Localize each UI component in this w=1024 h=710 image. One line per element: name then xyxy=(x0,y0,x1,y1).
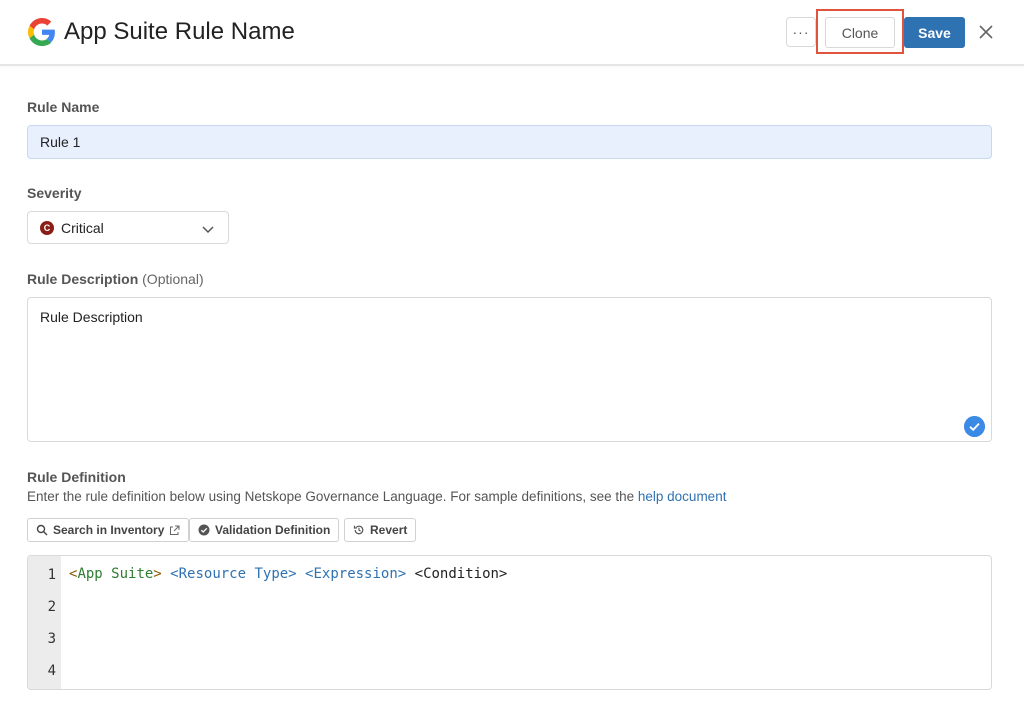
clone-button[interactable]: Clone xyxy=(825,17,895,48)
close-icon[interactable] xyxy=(976,22,996,42)
validation-definition-label: Validation Definition xyxy=(215,523,331,537)
code-line-1: <App Suite> <Resource Type> <Expression>… xyxy=(69,566,507,582)
history-icon xyxy=(353,525,364,535)
rule-definition-editor[interactable]: 1 2 3 4 <App Suite> <Resource Type> <Exp… xyxy=(27,555,992,690)
rule-name-label: Rule Name xyxy=(27,99,100,115)
search-inventory-button[interactable]: Search in Inventory xyxy=(27,518,190,542)
more-options-button[interactable]: ··· xyxy=(786,17,816,47)
page-title: App Suite Rule Name xyxy=(64,18,295,45)
line-number-gutter: 1 2 3 4 xyxy=(28,556,61,689)
token-bracket: > xyxy=(153,566,162,582)
line-number: 1 xyxy=(47,567,56,583)
definition-label: Rule Definition xyxy=(27,469,126,485)
revert-label: Revert xyxy=(370,523,408,537)
definition-hint-text: Enter the rule definition below using Ne… xyxy=(27,489,635,504)
validation-definition-button[interactable]: Validation Definition xyxy=(189,518,340,542)
token-app-suite-name: App Suite xyxy=(77,566,154,582)
header-bar: App Suite Rule Name ··· Clone Save xyxy=(0,0,1024,66)
check-circle-icon xyxy=(198,524,210,536)
help-document-link[interactable]: help document xyxy=(638,489,727,504)
check-circle-icon xyxy=(964,416,985,437)
token-expression: <Expression> xyxy=(305,566,407,582)
description-label: Rule Description (Optional) xyxy=(27,271,204,287)
search-inventory-label: Search in Inventory xyxy=(53,523,165,537)
token-app-suite: <App Suite> xyxy=(69,566,162,582)
rule-name-input[interactable]: Rule 1 xyxy=(27,125,992,159)
description-label-text: Rule Description xyxy=(27,271,139,287)
external-link-icon xyxy=(170,525,180,535)
description-optional-text: (Optional) xyxy=(142,271,204,287)
save-button[interactable]: Save xyxy=(904,17,965,48)
token-resource-type: <Resource Type> xyxy=(170,566,297,582)
description-textarea[interactable]: Rule Description xyxy=(27,297,992,442)
line-number: 3 xyxy=(47,631,56,647)
line-number: 2 xyxy=(47,599,56,615)
chevron-down-icon xyxy=(202,226,214,234)
severity-value: Critical xyxy=(61,220,104,236)
google-logo-icon xyxy=(28,18,55,46)
severity-label: Severity xyxy=(27,185,82,201)
search-icon xyxy=(36,524,48,536)
severity-select[interactable]: C Critical xyxy=(27,211,229,244)
critical-badge-icon: C xyxy=(40,221,54,235)
revert-button[interactable]: Revert xyxy=(344,518,417,542)
definition-hint: Enter the rule definition below using Ne… xyxy=(27,489,726,504)
line-number: 4 xyxy=(47,663,56,679)
token-condition: <Condition> xyxy=(414,566,508,582)
